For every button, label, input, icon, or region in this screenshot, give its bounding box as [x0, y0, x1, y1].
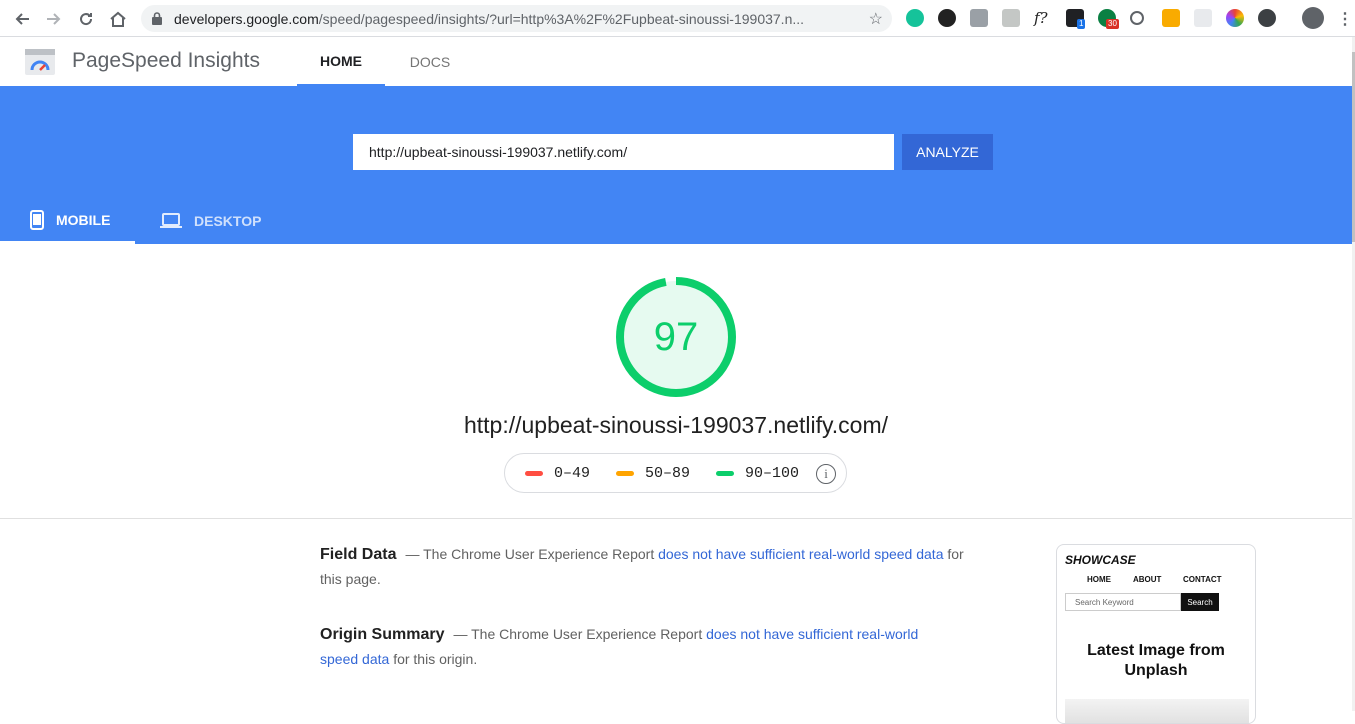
origin-summary-text: The Chrome User Experience Report — [471, 626, 703, 642]
search-band: ANALYZE MOBILE DESKTOP — [0, 86, 1352, 244]
thumbnail-nav-item: HOME — [1087, 575, 1111, 584]
tested-url: http://upbeat-sinoussi-199037.netlify.co… — [463, 412, 889, 438]
tab-desktop[interactable]: DESKTOP — [160, 198, 270, 244]
extension-badge: 30 — [1106, 19, 1119, 29]
score-legend: 0–49 50–89 90–100 i — [504, 453, 847, 493]
home-icon[interactable] — [107, 8, 129, 30]
legend-item-average: 50–89 — [616, 465, 690, 482]
info-icon[interactable]: i — [816, 464, 836, 484]
tab-mobile[interactable]: MOBILE — [0, 198, 135, 244]
pagespeed-logo-icon[interactable] — [25, 49, 55, 75]
legend-item-fail: 0–49 — [525, 465, 590, 482]
legend-label: 90–100 — [745, 465, 800, 482]
code-extension-icon[interactable] — [970, 9, 988, 27]
reload-icon[interactable] — [75, 8, 97, 30]
url-input[interactable] — [353, 134, 894, 170]
history-extension-icon[interactable] — [1130, 11, 1144, 25]
performance-score-value: 97 — [653, 314, 699, 359]
tab-home[interactable]: HOME — [297, 37, 385, 86]
performance-score-gauge: 97 — [614, 275, 738, 399]
origin-summary-text-after: for this origin. — [393, 651, 478, 667]
laptop-icon — [160, 213, 182, 228]
field-data-text: The Chrome User Experience Report — [423, 546, 655, 562]
app-header: PageSpeed Insights HOME DOCS — [0, 37, 1352, 86]
field-data-dash: — — [405, 546, 420, 562]
thumbnail-nav-item: ABOUT — [1133, 575, 1162, 584]
extension-icon[interactable] — [1194, 9, 1212, 27]
thumbnail-search-button: Search — [1181, 593, 1219, 611]
extension-icon[interactable] — [1258, 9, 1276, 27]
tab-docs[interactable]: DOCS — [385, 37, 475, 86]
rss-extension-icon[interactable] — [1162, 9, 1180, 27]
legend-bar-red — [525, 471, 543, 476]
color-extension-icon[interactable] — [1226, 9, 1244, 27]
profile-avatar[interactable] — [1302, 7, 1324, 29]
phone-icon — [30, 209, 44, 230]
grammarly-extension-icon[interactable] — [906, 9, 924, 27]
field-data-section: Field Data — The Chrome User Experience R… — [320, 542, 970, 591]
chrome-menu-icon[interactable]: ⋮ — [1334, 8, 1355, 30]
legend-bar-orange — [616, 471, 634, 476]
thumbnail-search-input: Search Keyword — [1065, 593, 1181, 611]
tab-mobile-label: MOBILE — [56, 211, 111, 228]
bookmark-star-icon[interactable]: ☆ — [869, 9, 883, 29]
address-bar[interactable]: developers.google.com/speed/pagespeed/in… — [141, 5, 892, 32]
thumbnail-heading: Latest Image from Unplash — [1087, 642, 1225, 679]
forward-arrow-icon[interactable] — [43, 8, 65, 30]
back-arrow-icon[interactable] — [11, 8, 33, 30]
tab-desktop-label: DESKTOP — [194, 213, 262, 229]
thumbnail-nav-item: CONTACT — [1183, 575, 1222, 584]
field-data-title: Field Data — [320, 546, 397, 563]
legend-label: 0–49 — [554, 465, 591, 482]
legend-item-pass: 90–100 — [716, 465, 799, 482]
mail-extension-icon[interactable] — [1002, 9, 1020, 27]
font-extension-icon[interactable]: f? — [1034, 9, 1054, 27]
extension-icon[interactable] — [938, 9, 956, 27]
thumbnail-logo: SHOWCASE — [1065, 553, 1136, 567]
app-title: PageSpeed Insights — [72, 49, 260, 72]
legend-label: 50–89 — [645, 465, 691, 482]
browser-toolbar: developers.google.com/speed/pagespeed/in… — [0, 0, 1355, 37]
origin-summary-section: Origin Summary — The Chrome User Experien… — [320, 622, 960, 671]
page-screenshot-thumbnail: SHOWCASE HOME ABOUT CONTACT Search Keywo… — [1056, 544, 1256, 724]
origin-summary-title: Origin Summary — [320, 626, 445, 643]
thumbnail-image — [1065, 699, 1249, 723]
url-host: developers.google.com — [174, 11, 319, 27]
lock-icon — [152, 12, 162, 30]
url-path: /speed/pagespeed/insights/?url=http%3A%2… — [318, 11, 805, 27]
extension-badge: 1 — [1077, 19, 1086, 29]
address-bar-url: developers.google.com/speed/pagespeed/in… — [174, 11, 854, 27]
field-data-link[interactable]: does not have sufficient real-world spee… — [658, 546, 943, 562]
divider — [0, 518, 1352, 519]
analyze-button[interactable]: ANALYZE — [902, 134, 993, 170]
legend-bar-green — [716, 471, 734, 476]
origin-summary-dash: — — [453, 626, 468, 642]
